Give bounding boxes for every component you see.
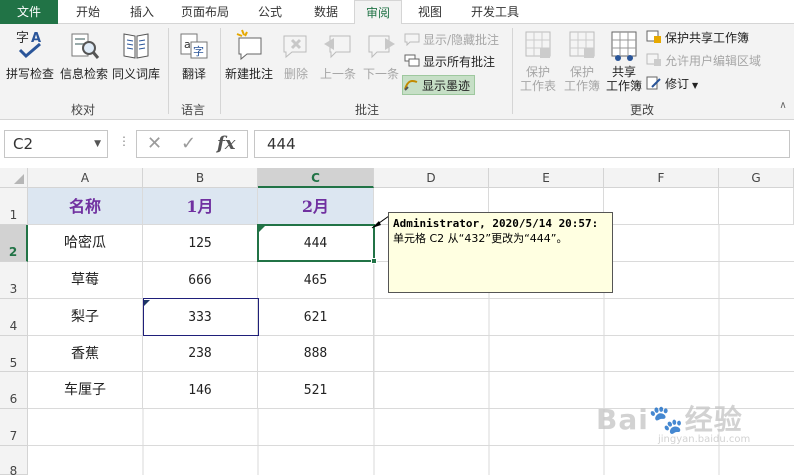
allow-edit-ranges-button[interactable]: 允许用户编辑区域: [646, 51, 761, 71]
allow-edit-icon: [646, 53, 661, 66]
tab-insert[interactable]: 插入: [116, 0, 168, 24]
group-label-comments: 批注: [354, 103, 379, 117]
next-comment-label: 下一条: [362, 67, 399, 81]
cancel-icon[interactable]: ✕: [147, 131, 162, 157]
tab-home[interactable]: 开始: [62, 0, 114, 24]
name-box-value: C2: [13, 135, 34, 153]
baidu-watermark: Bai🐾经验 jingyan.baidu.com: [596, 398, 750, 445]
watermark-url: jingyan.baidu.com: [658, 434, 751, 445]
ribbon-separator: [220, 28, 221, 114]
new-comment-icon: [236, 29, 262, 61]
tab-view[interactable]: 视图: [406, 0, 454, 24]
comment-author: Administrator, 2020/5/14 20:57:: [393, 217, 599, 230]
formula-input[interactable]: 444: [254, 130, 790, 158]
tab-review[interactable]: 审阅: [354, 0, 402, 25]
share-workbook-icon: [611, 31, 637, 61]
thesaurus-label: 同义词库: [111, 67, 160, 81]
svg-text:字: 字: [16, 31, 29, 46]
formula-bar: C2 ▼ ⋮ ✕ ✓ fx 444: [0, 126, 794, 162]
show-hide-comment-icon: [404, 33, 420, 46]
share-workbook-label-1: 共享: [611, 65, 636, 79]
enter-icon[interactable]: ✓: [181, 131, 196, 157]
ribbon-separator: [512, 28, 513, 114]
name-box[interactable]: C2 ▼: [4, 130, 108, 158]
spelling-icon: 字 A: [16, 31, 41, 59]
previous-comment-button[interactable]: 上一条: [316, 28, 360, 82]
protect-workbook-label-2: 工作簿: [563, 79, 600, 93]
formula-buttons: ✕ ✓ fx: [136, 130, 248, 158]
tab-file[interactable]: 文件: [0, 0, 58, 24]
tab-data[interactable]: 数据: [300, 0, 352, 24]
ink-icon: [404, 79, 418, 91]
protect-share-label: 保护共享工作簿: [665, 31, 750, 45]
allow-edit-label: 允许用户编辑区域: [665, 54, 762, 68]
group-label-language: 语言: [180, 103, 205, 117]
next-comment-icon: [368, 35, 395, 59]
next-comment-button[interactable]: 下一条: [360, 28, 402, 82]
show-hide-comment-button[interactable]: 显示/隐藏批注: [404, 30, 499, 50]
show-all-comments-icon: [404, 54, 420, 67]
new-comment-button[interactable]: 新建批注: [222, 28, 276, 82]
excel-window: 文件 开始 插入 页面布局 公式 数据 审阅 视图 开发工具 字 A 拼写检查: [0, 0, 794, 475]
research-icon: [71, 33, 100, 59]
protect-sheet-label-1: 保护: [525, 65, 550, 79]
translate-label: 翻译: [181, 67, 206, 81]
protect-workbook-icon: [569, 31, 595, 58]
previous-comment-icon: [324, 35, 351, 59]
comment-text: 单元格 C2 从“432”更改为“444”。: [393, 232, 568, 245]
show-ink-label: 显示墨迹: [422, 79, 471, 93]
protect-sheet-icon: [525, 31, 551, 58]
svg-text:a: a: [184, 38, 191, 51]
insert-function-icon[interactable]: fx: [217, 131, 235, 157]
show-all-comments-button[interactable]: 显示所有批注: [404, 52, 495, 72]
tab-formulas[interactable]: 公式: [244, 0, 296, 24]
previous-comment-label: 上一条: [319, 67, 356, 81]
share-workbook-button[interactable]: 共享 工作簿: [604, 28, 644, 93]
tab-developer[interactable]: 开发工具: [458, 0, 532, 24]
delete-comment-button[interactable]: 删除: [276, 28, 316, 82]
chevron-down-icon: ▼: [692, 81, 699, 90]
spelling-label: 拼写检查: [5, 67, 54, 81]
spelling-button[interactable]: 字 A 拼写检查: [4, 28, 56, 82]
translate-icon: a 字: [180, 33, 208, 59]
formula-bar-grip-icon: ⋮: [118, 134, 130, 148]
show-ink-button[interactable]: 显示墨迹: [402, 75, 476, 95]
thesaurus-button[interactable]: 同义词库: [110, 28, 162, 82]
tab-page-layout[interactable]: 页面布局: [172, 0, 238, 24]
protect-sheet-label-2: 工作表: [519, 79, 556, 93]
fill-handle[interactable]: [371, 258, 377, 264]
revision-comment-box[interactable]: Administrator, 2020/5/14 20:57: 单元格 C2 从…: [388, 212, 613, 293]
research-label: 信息检索: [59, 67, 108, 81]
protect-share-workbook-button[interactable]: 保护共享工作簿: [646, 28, 749, 48]
watermark-logo: Bai🐾经验: [596, 403, 743, 436]
protect-share-icon: [646, 30, 661, 43]
protect-sheet-button[interactable]: 保护 工作表: [516, 28, 560, 93]
ribbon-panel: 字 A 拼写检查 信息检索 同义词库 校对 a 字 翻译 语言 新建批注 删除 …: [0, 24, 794, 120]
delete-comment-icon: [283, 35, 307, 59]
show-all-comments-label: 显示所有批注: [423, 55, 496, 69]
protect-workbook-label-1: 保护: [569, 65, 594, 79]
thesaurus-icon: [123, 33, 149, 59]
group-label-changes: 更改: [629, 103, 654, 117]
protect-workbook-button[interactable]: 保护 工作簿: [560, 28, 604, 93]
ribbon-tab-bar: 文件 开始 插入 页面布局 公式 数据 审阅 视图 开发工具: [0, 0, 794, 25]
show-hide-comment-label: 显示/隐藏批注: [423, 33, 500, 47]
track-changes-icon: [646, 76, 661, 90]
share-workbook-label-2: 工作簿: [605, 79, 642, 93]
translate-button[interactable]: a 字 翻译: [172, 28, 216, 82]
delete-comment-label: 删除: [283, 67, 308, 81]
group-label-proofing: 校对: [70, 103, 95, 117]
collapse-ribbon-icon[interactable]: ∧: [776, 100, 790, 111]
new-comment-label: 新建批注: [224, 67, 273, 81]
tracked-change-border: [143, 298, 259, 336]
chevron-down-icon[interactable]: ▼: [94, 131, 101, 157]
track-changes-button[interactable]: 修订 ▼: [646, 74, 698, 94]
active-cell-selection: [257, 224, 377, 264]
track-changes-label: 修订: [665, 77, 690, 91]
svg-text:字: 字: [193, 44, 204, 58]
research-button[interactable]: 信息检索: [58, 28, 110, 82]
